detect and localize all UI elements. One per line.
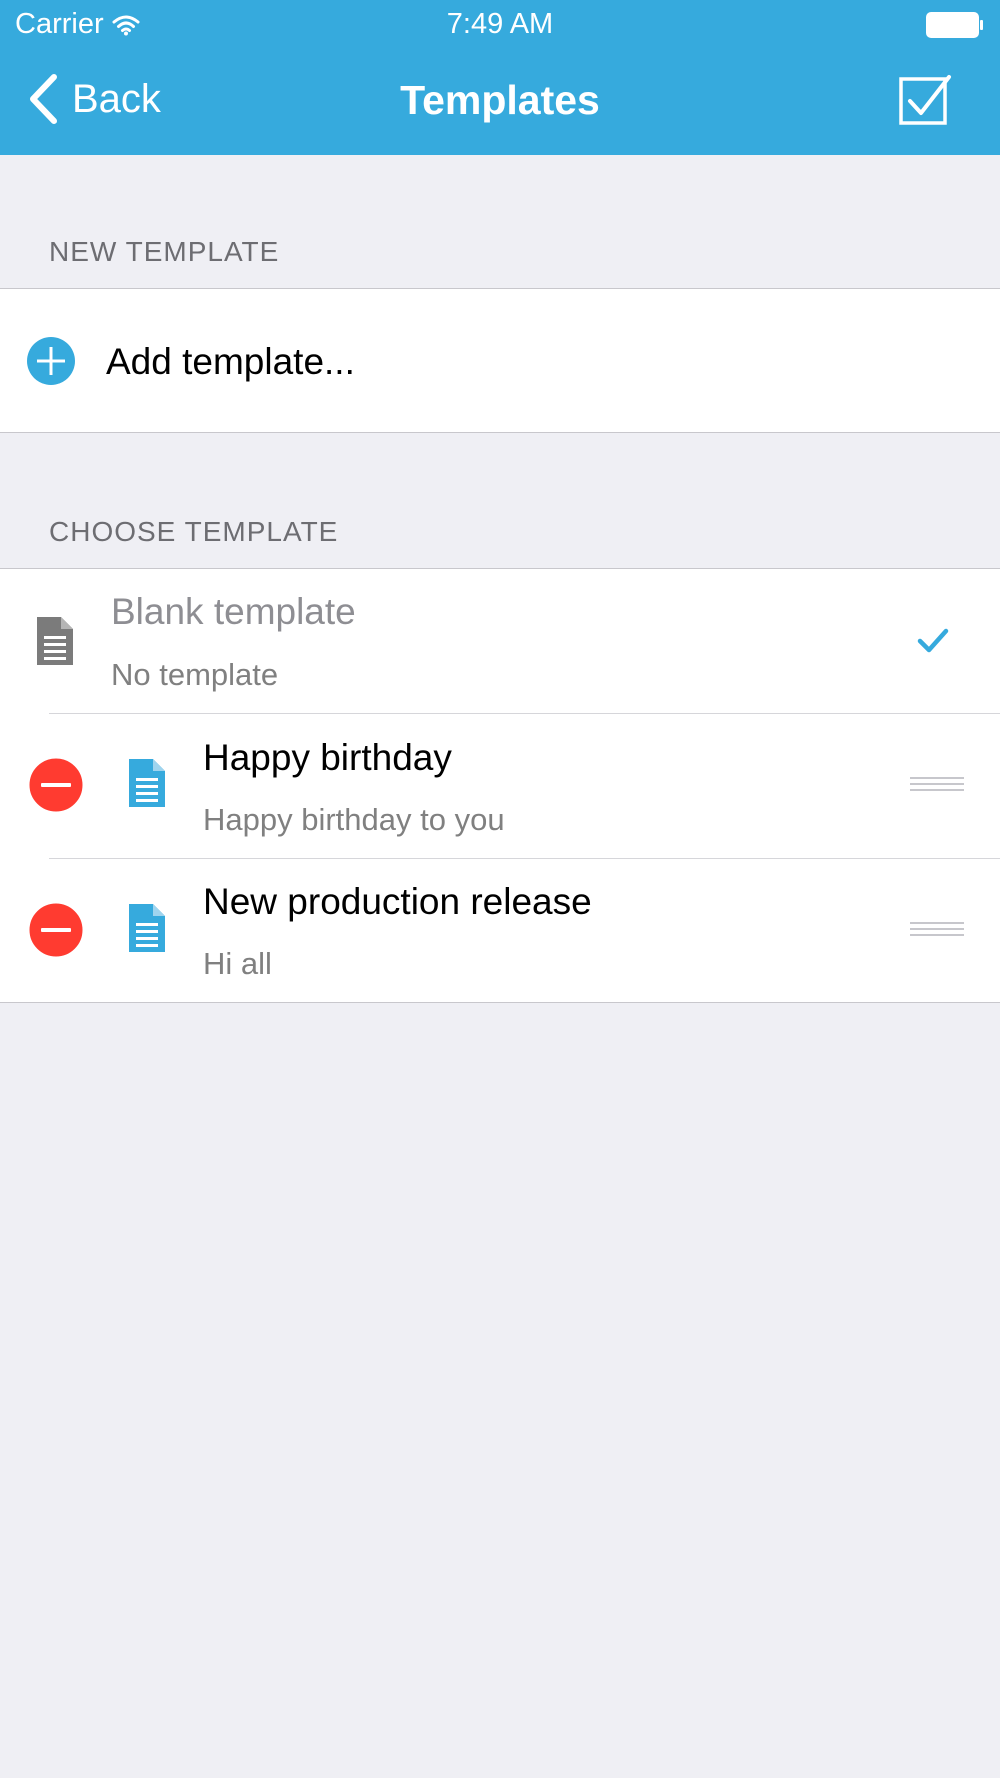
template-title: New production release [203, 881, 592, 922]
battery-icon [926, 12, 983, 38]
new-template-group: Add template... [0, 288, 1000, 433]
template-title: Happy birthday [203, 737, 452, 778]
page-title: Templates [400, 77, 600, 123]
template-subtitle: Happy birthday to you [203, 802, 505, 837]
document-icon [129, 904, 165, 952]
add-template-label: Add template... [106, 341, 355, 382]
navigation-bar: Carrier 7:49 AM Back Templates [0, 0, 1000, 155]
section-header-choose-template: CHOOSE TEMPLATE [49, 516, 339, 547]
template-title: Blank template [111, 591, 356, 632]
checkmark-icon [917, 628, 949, 653]
section-header-new-template: NEW TEMPLATE [49, 236, 280, 267]
template-subtitle: Hi all [203, 946, 272, 981]
status-time: 7:49 AM [446, 8, 554, 40]
delete-icon[interactable] [28, 902, 84, 958]
template-row-happy-birthday: Happy birthday Happy birthday to you [0, 714, 1000, 858]
template-subtitle: No template [111, 657, 279, 692]
document-icon [37, 617, 73, 665]
delete-icon[interactable] [28, 757, 84, 813]
reorder-handle-icon[interactable] [910, 922, 964, 942]
template-row-blank[interactable]: Blank template No template [0, 569, 1000, 713]
add-template-row[interactable]: Add template... [0, 289, 1000, 432]
choose-template-group: Blank template No template Happy birthda… [0, 568, 1000, 1003]
template-row-new-production-release: New production release Hi all [0, 859, 1000, 1002]
checkbox-icon [899, 75, 951, 125]
reorder-handle-icon[interactable] [910, 777, 964, 797]
done-button[interactable] [898, 74, 952, 131]
add-circle-icon [27, 337, 75, 385]
document-icon [129, 759, 165, 807]
